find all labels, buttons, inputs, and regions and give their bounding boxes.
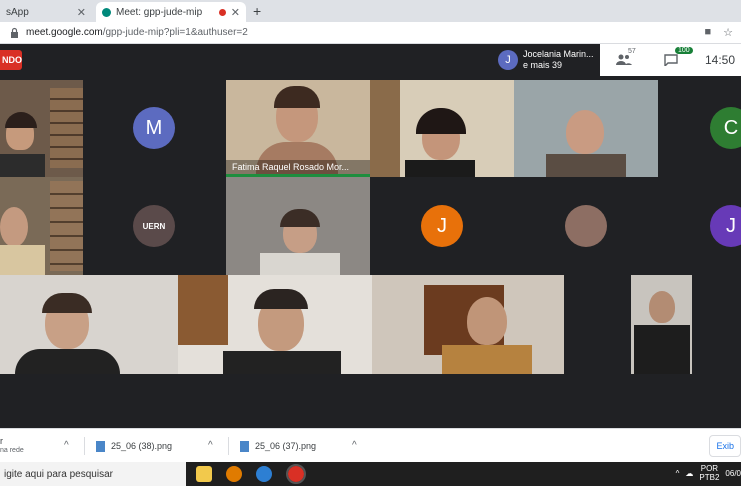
avatar: UERN bbox=[133, 205, 175, 247]
video-tile[interactable] bbox=[0, 80, 83, 177]
close-icon[interactable]: ✕ bbox=[231, 6, 240, 19]
video-tile[interactable] bbox=[514, 80, 658, 177]
participant-name: Fatima Raquel Rosado Mor... bbox=[226, 160, 370, 174]
participant-video bbox=[566, 110, 604, 154]
url-text[interactable]: meet.google.com/gpp-jude-mip?pli=1&authu… bbox=[26, 27, 248, 38]
video-tile[interactable] bbox=[178, 275, 372, 374]
participant-video bbox=[0, 207, 28, 247]
download-status: na rede bbox=[0, 447, 24, 454]
recording-dot-icon bbox=[219, 8, 226, 16]
download-item[interactable]: 25_06 (38).png bbox=[96, 435, 172, 457]
avatar: J bbox=[421, 205, 463, 247]
browser-tab-bar: sApp ✕ Meet: gpp-jude-mip ✕ + bbox=[0, 0, 741, 22]
video-tile[interactable]: UERN bbox=[83, 177, 226, 275]
chrome-alt-icon[interactable] bbox=[226, 466, 242, 482]
system-tray: ^ ☁ POR PTB2 06/0 bbox=[676, 464, 741, 482]
download-item[interactable]: r na rede bbox=[0, 435, 24, 457]
camera-icon[interactable]: ■ bbox=[704, 26, 711, 39]
meet-grid: NDO J Jocelania Marin... e mais 39 57 10… bbox=[0, 44, 741, 428]
participants-count: 57 bbox=[628, 48, 636, 55]
presenter-info[interactable]: J Jocelania Marin... e mais 39 bbox=[494, 44, 600, 76]
presenter-name: Jocelania Marin... bbox=[523, 49, 594, 59]
presenter-more: e mais 39 bbox=[523, 60, 563, 70]
chevron-up-icon[interactable]: ^ bbox=[208, 440, 213, 451]
chevron-up-icon[interactable]: ^ bbox=[676, 469, 680, 478]
address-bar[interactable]: meet.google.com/gpp-jude-mip?pli=1&authu… bbox=[0, 22, 741, 44]
participant-video bbox=[649, 291, 675, 323]
participant-video bbox=[467, 297, 507, 345]
video-tile[interactable] bbox=[564, 275, 741, 374]
video-tile[interactable]: J bbox=[658, 177, 741, 275]
download-name: 25_06 (37).png bbox=[255, 441, 317, 451]
chevron-up-icon[interactable]: ^ bbox=[64, 440, 69, 451]
video-tile[interactable] bbox=[514, 177, 658, 275]
language-label: POR bbox=[700, 464, 719, 473]
address-bar-icons: ■ ☆ bbox=[704, 26, 733, 39]
meet-favicon-icon bbox=[102, 7, 111, 17]
chat-button[interactable]: 100 bbox=[664, 47, 693, 69]
image-file-icon bbox=[96, 440, 105, 452]
video-tile[interactable]: M bbox=[83, 80, 226, 177]
close-icon[interactable]: ✕ bbox=[77, 6, 86, 19]
download-name: r bbox=[0, 436, 3, 446]
video-tile[interactable]: J bbox=[370, 177, 514, 275]
show-all-button[interactable]: Exib bbox=[709, 435, 741, 457]
taskbar-search-input[interactable]: igite aqui para pesquisar bbox=[0, 462, 186, 486]
new-tab-button[interactable]: + bbox=[253, 3, 261, 19]
meeting-clock: 14:50 bbox=[704, 53, 735, 67]
chat-count: 100 bbox=[675, 47, 693, 54]
star-icon[interactable]: ☆ bbox=[723, 26, 733, 39]
tab-meet[interactable]: Meet: gpp-jude-mip ✕ bbox=[96, 2, 246, 22]
video-tile[interactable] bbox=[0, 275, 178, 374]
url-host: meet.google.com bbox=[26, 27, 103, 38]
tab-label: sApp bbox=[6, 6, 29, 18]
video-tile[interactable] bbox=[370, 80, 514, 177]
tab-whatsapp[interactable]: sApp ✕ bbox=[0, 2, 92, 22]
video-tile[interactable] bbox=[226, 177, 370, 275]
recording-badge: NDO bbox=[0, 50, 22, 70]
avatar: M bbox=[133, 107, 175, 149]
video-tile[interactable]: Fatima Raquel Rosado Mor... bbox=[226, 80, 370, 177]
avatar: C bbox=[710, 107, 741, 149]
meet-top-controls: 57 100 14:50 bbox=[600, 44, 741, 76]
video-tile[interactable]: C bbox=[658, 80, 741, 177]
app-icon[interactable] bbox=[256, 466, 272, 482]
chrome-icon[interactable] bbox=[286, 464, 306, 484]
participant-photo bbox=[565, 205, 607, 247]
avatar: J bbox=[710, 205, 741, 247]
lock-icon bbox=[11, 27, 18, 38]
video-tile[interactable] bbox=[0, 177, 83, 275]
keyboard-layout: PTB2 bbox=[699, 473, 720, 482]
chat-icon bbox=[664, 54, 678, 68]
cloud-icon[interactable]: ☁ bbox=[685, 469, 693, 478]
participants-button[interactable]: 57 bbox=[616, 48, 636, 69]
people-icon bbox=[616, 54, 632, 65]
windows-taskbar: igite aqui para pesquisar ^ ☁ POR PTB2 0… bbox=[0, 462, 741, 486]
image-file-icon bbox=[240, 440, 249, 452]
download-name: 25_06 (38).png bbox=[111, 441, 173, 451]
url-path: /gpp-jude-mip?pli=1&authuser=2 bbox=[102, 27, 248, 38]
file-explorer-icon[interactable] bbox=[196, 466, 212, 482]
download-item[interactable]: 25_06 (37).png bbox=[240, 435, 316, 457]
download-bar: r na rede ^ 25_06 (38).png ^ 25_06 (37).… bbox=[0, 428, 741, 462]
chevron-up-icon[interactable]: ^ bbox=[352, 440, 357, 451]
avatar: J bbox=[498, 50, 518, 70]
taskbar-date: 06/0 bbox=[725, 468, 741, 478]
video-tile[interactable] bbox=[372, 275, 564, 374]
tab-label: Meet: gpp-jude-mip bbox=[116, 6, 203, 18]
